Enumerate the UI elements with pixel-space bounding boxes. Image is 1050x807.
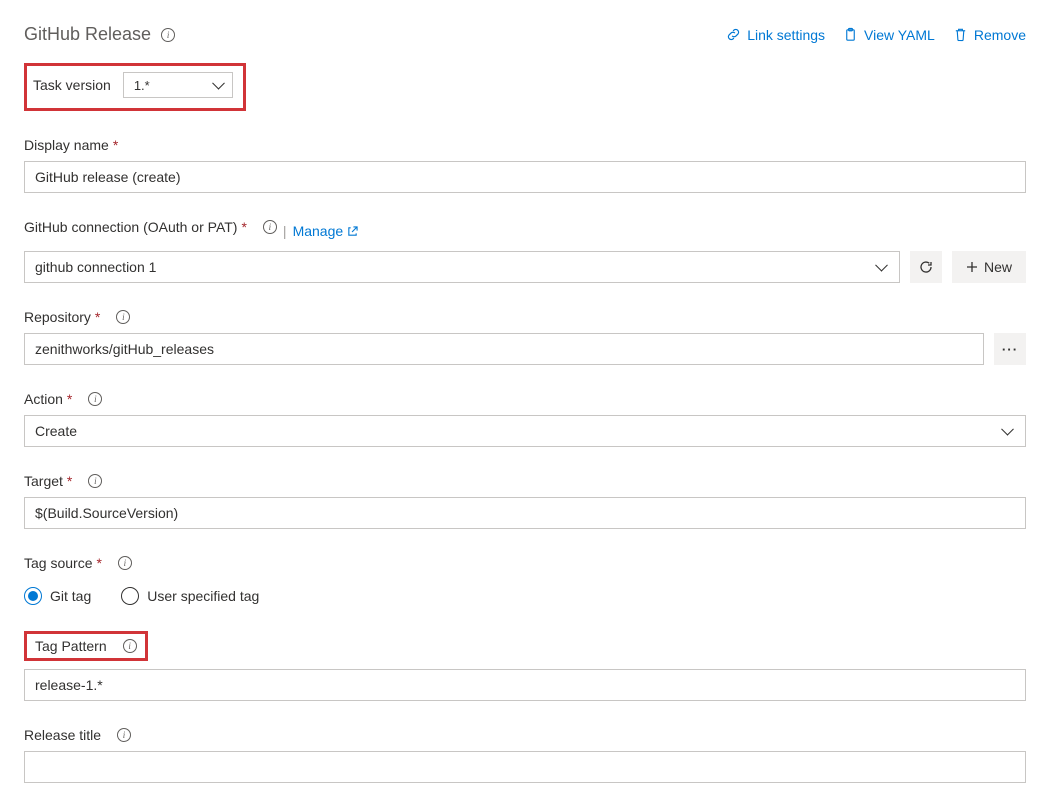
- github-connection-select[interactable]: github connection 1: [24, 251, 900, 283]
- tag-pattern-input[interactable]: [24, 669, 1026, 701]
- radio-icon: [24, 587, 42, 605]
- trash-icon: [953, 27, 968, 42]
- tag-pattern-label: Tag Pattern i: [35, 638, 137, 654]
- info-icon[interactable]: i: [118, 556, 132, 570]
- info-icon[interactable]: i: [88, 392, 102, 406]
- repository-input[interactable]: [24, 333, 984, 365]
- github-connection-field: GitHub connection (OAuth or PAT) * i | M…: [24, 219, 1026, 283]
- required-marker: *: [113, 137, 118, 153]
- release-title-input[interactable]: [24, 751, 1026, 783]
- required-marker: *: [67, 473, 72, 489]
- target-label: Target * i: [24, 473, 102, 489]
- external-link-icon: [347, 226, 358, 237]
- task-version-row: Task version 1.*: [33, 72, 233, 98]
- plus-icon: [966, 261, 978, 273]
- action-links: Link settings View YAML Remove: [726, 27, 1026, 43]
- link-settings-link[interactable]: Link settings: [726, 27, 825, 43]
- divider: |: [283, 223, 287, 239]
- action-select[interactable]: Create: [24, 415, 1026, 447]
- tag-source-field: Tag source * i Git tag User specified ta…: [24, 555, 1026, 605]
- display-name-input[interactable]: [24, 161, 1026, 193]
- required-marker: *: [96, 555, 101, 571]
- manage-link[interactable]: Manage: [293, 223, 359, 239]
- release-title-label: Release title i: [24, 727, 131, 743]
- title-group: GitHub Release i: [24, 24, 175, 45]
- action-label: Action * i: [24, 391, 102, 407]
- task-version-select-wrap: 1.*: [123, 72, 233, 98]
- refresh-icon: [918, 259, 934, 275]
- tag-pattern-field: Tag Pattern i: [24, 631, 1026, 701]
- info-icon[interactable]: i: [88, 474, 102, 488]
- required-marker: *: [241, 219, 246, 235]
- clipboard-icon: [843, 27, 858, 42]
- info-icon[interactable]: i: [123, 639, 137, 653]
- info-icon[interactable]: i: [263, 220, 277, 234]
- required-marker: *: [67, 391, 72, 407]
- refresh-button[interactable]: [910, 251, 942, 283]
- radio-icon: [121, 587, 139, 605]
- tag-pattern-highlight: Tag Pattern i: [24, 631, 148, 661]
- info-icon[interactable]: i: [117, 728, 131, 742]
- radio-user-specified[interactable]: User specified tag: [121, 587, 259, 605]
- link-icon: [726, 27, 741, 42]
- target-field: Target * i: [24, 473, 1026, 529]
- radio-git-tag[interactable]: Git tag: [24, 587, 91, 605]
- new-button[interactable]: New: [952, 251, 1026, 283]
- header: GitHub Release i Link settings View YAML…: [24, 24, 1026, 45]
- info-icon[interactable]: i: [116, 310, 130, 324]
- task-version-select[interactable]: 1.*: [123, 72, 233, 98]
- github-connection-label: GitHub connection (OAuth or PAT) * i: [24, 219, 277, 235]
- github-connection-label-row: GitHub connection (OAuth or PAT) * i | M…: [24, 219, 1026, 243]
- task-version-highlight: Task version 1.*: [24, 63, 246, 111]
- remove-link[interactable]: Remove: [953, 27, 1026, 43]
- release-title-field: Release title i: [24, 727, 1026, 783]
- repository-label: Repository * i: [24, 309, 130, 325]
- page-title: GitHub Release: [24, 24, 151, 45]
- display-name-label: Display name *: [24, 137, 118, 153]
- target-input[interactable]: [24, 497, 1026, 529]
- display-name-field: Display name *: [24, 137, 1026, 193]
- tag-source-label: Tag source * i: [24, 555, 132, 571]
- repository-field: Repository * i ···: [24, 309, 1026, 365]
- required-marker: *: [95, 309, 100, 325]
- ellipsis-icon: ···: [1002, 342, 1018, 357]
- browse-button[interactable]: ···: [994, 333, 1026, 365]
- view-yaml-link[interactable]: View YAML: [843, 27, 935, 43]
- task-version-label: Task version: [33, 77, 111, 93]
- action-field: Action * i Create: [24, 391, 1026, 447]
- info-icon[interactable]: i: [161, 28, 175, 42]
